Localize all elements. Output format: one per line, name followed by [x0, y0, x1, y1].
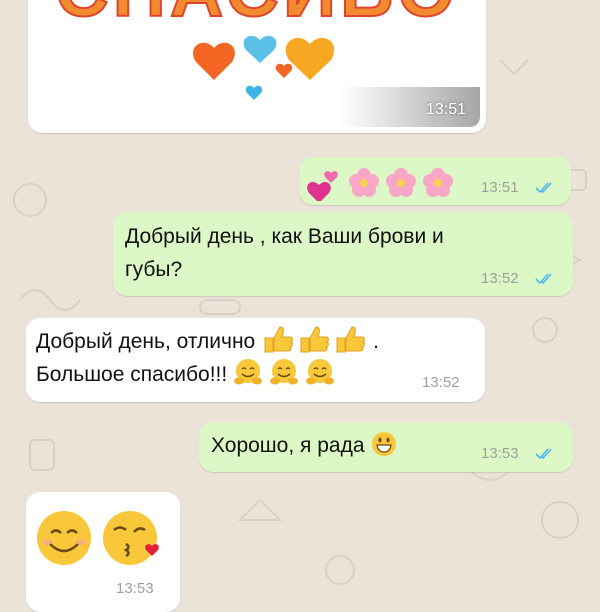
image-message[interactable]: СПАСИБО 13:51 — [28, 0, 486, 133]
incoming-message[interactable]: 😊😘 13:53 — [26, 492, 180, 612]
message-text: Хорошо, я рада 😀 — [211, 429, 398, 462]
grinning-face-emoji — [372, 431, 397, 456]
message-line: Добрый день, отлично — [36, 330, 256, 353]
message-line: Большое спасибо!!! — [36, 363, 228, 386]
message-time: 13:53 — [481, 445, 519, 462]
message-line-end: . — [373, 330, 379, 353]
outgoing-message[interactable]: Хорошо, я рада 😀 13:53 — [199, 422, 573, 472]
hugging-face-emoji — [234, 359, 335, 385]
hearts-flowers-emoji — [307, 168, 453, 201]
message-time: 13:52 — [422, 374, 460, 391]
read-ticks-icon — [535, 448, 552, 460]
message-line: Хорошо, я рада — [211, 434, 365, 457]
outgoing-message[interactable]: 💕🌸🌸🌸 13:51 — [299, 157, 571, 205]
message-time: 13:51 — [425, 101, 466, 118]
incoming-message[interactable]: Добрый день, отлично .👍👍👍 Большое спасиб… — [26, 318, 485, 402]
smiling-kissing-emoji — [37, 511, 159, 565]
message-time: 13:53 — [116, 580, 154, 597]
outgoing-message[interactable]: Добрый день , как Ваши брови и губы? 13:… — [113, 212, 573, 296]
message-line: Добрый день , как Ваши брови и — [125, 225, 444, 248]
read-ticks-icon — [535, 273, 552, 285]
message-time: 13:51 — [481, 179, 519, 196]
message-text: Добрый день, отлично .👍👍👍 Большое спасиб… — [36, 325, 379, 391]
thank-you-image[interactable]: СПАСИБО 13:51 — [34, 0, 480, 127]
message-line: губы? — [125, 258, 183, 281]
read-ticks-icon — [535, 182, 552, 194]
message-text: Добрый день , как Ваши брови и губы? — [125, 220, 444, 286]
message-time: 13:52 — [481, 270, 519, 287]
spasibo-caption: СПАСИБО — [55, 0, 459, 32]
thumbs-up-emoji — [264, 326, 365, 353]
